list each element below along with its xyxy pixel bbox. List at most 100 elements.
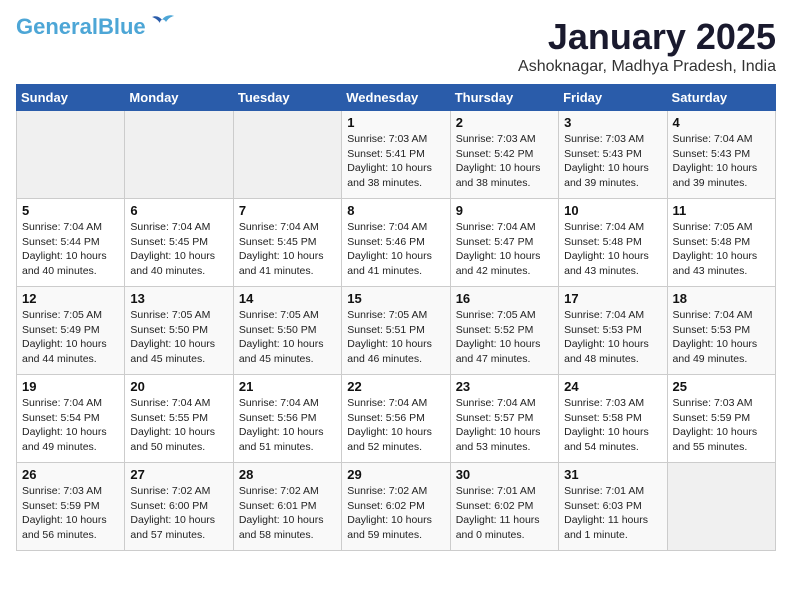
calendar-cell: 29 Sunrise: 7:02 AM Sunset: 6:02 PM Dayli… bbox=[342, 463, 450, 551]
day-number: 14 bbox=[239, 291, 336, 306]
day-number: 25 bbox=[673, 379, 770, 394]
day-number: 7 bbox=[239, 203, 336, 218]
calendar-cell: 17 Sunrise: 7:04 AM Sunset: 5:53 PM Dayli… bbox=[559, 287, 667, 375]
calendar-cell: 4 Sunrise: 7:04 AM Sunset: 5:43 PM Daylig… bbox=[667, 111, 775, 199]
weekday-header-row: SundayMondayTuesdayWednesdayThursdayFrid… bbox=[17, 85, 776, 111]
calendar-cell: 18Sunrise: 7:04 AM Sunset: 5:53 PM Dayli… bbox=[667, 287, 775, 375]
day-info: Sunrise: 7:04 AM Sunset: 5:53 PM Dayligh… bbox=[564, 308, 661, 367]
weekday-header: Monday bbox=[125, 85, 233, 111]
logo-bird-icon bbox=[148, 12, 176, 34]
day-number: 4 bbox=[673, 115, 770, 130]
calendar-cell: 27 Sunrise: 7:02 AM Sunset: 6:00 PM Dayli… bbox=[125, 463, 233, 551]
calendar-cell bbox=[233, 111, 341, 199]
calendar-cell: 9 Sunrise: 7:04 AM Sunset: 5:47 PM Daylig… bbox=[450, 199, 558, 287]
calendar-cell: 3Sunrise: 7:03 AM Sunset: 5:43 PM Daylig… bbox=[559, 111, 667, 199]
day-number: 1 bbox=[347, 115, 444, 130]
day-number: 23 bbox=[456, 379, 553, 394]
weekday-header: Thursday bbox=[450, 85, 558, 111]
calendar-cell: 11 Sunrise: 7:05 AM Sunset: 5:48 PM Dayli… bbox=[667, 199, 775, 287]
weekday-header: Sunday bbox=[17, 85, 125, 111]
day-info: Sunrise: 7:05 AM Sunset: 5:50 PM Dayligh… bbox=[130, 308, 227, 367]
calendar-cell: 24 Sunrise: 7:03 AM Sunset: 5:58 PM Dayli… bbox=[559, 375, 667, 463]
day-info: Sunrise: 7:04 AM Sunset: 5:45 PM Dayligh… bbox=[130, 220, 227, 279]
calendar-cell: 25 Sunrise: 7:03 AM Sunset: 5:59 PM Dayli… bbox=[667, 375, 775, 463]
day-number: 29 bbox=[347, 467, 444, 482]
day-number: 9 bbox=[456, 203, 553, 218]
day-info: Sunrise: 7:05 AM Sunset: 5:52 PM Dayligh… bbox=[456, 308, 553, 367]
day-info: Sunrise: 7:02 AM Sunset: 6:00 PM Dayligh… bbox=[130, 484, 227, 543]
calendar-cell: 20 Sunrise: 7:04 AM Sunset: 5:55 PM Dayli… bbox=[125, 375, 233, 463]
calendar-cell: 28 Sunrise: 7:02 AM Sunset: 6:01 PM Dayli… bbox=[233, 463, 341, 551]
day-info: Sunrise: 7:03 AM Sunset: 5:59 PM Dayligh… bbox=[22, 484, 119, 543]
logo-general: General bbox=[16, 14, 98, 39]
day-info: Sunrise: 7:03 AM Sunset: 5:59 PM Dayligh… bbox=[673, 396, 770, 455]
day-info: Sunrise: 7:01 AM Sunset: 6:02 PM Dayligh… bbox=[456, 484, 553, 543]
day-number: 26 bbox=[22, 467, 119, 482]
calendar-cell: 6 Sunrise: 7:04 AM Sunset: 5:45 PM Daylig… bbox=[125, 199, 233, 287]
day-info: Sunrise: 7:02 AM Sunset: 6:01 PM Dayligh… bbox=[239, 484, 336, 543]
day-number: 19 bbox=[22, 379, 119, 394]
calendar-cell: 7 Sunrise: 7:04 AM Sunset: 5:45 PM Daylig… bbox=[233, 199, 341, 287]
day-number: 17 bbox=[564, 291, 661, 306]
title-block: January 2025 Ashoknagar, Madhya Pradesh,… bbox=[518, 16, 776, 76]
day-info: Sunrise: 7:01 AM Sunset: 6:03 PM Dayligh… bbox=[564, 484, 661, 543]
calendar-cell: 12Sunrise: 7:05 AM Sunset: 5:49 PM Dayli… bbox=[17, 287, 125, 375]
day-info: Sunrise: 7:04 AM Sunset: 5:45 PM Dayligh… bbox=[239, 220, 336, 279]
calendar-cell: 2 Sunrise: 7:03 AM Sunset: 5:42 PM Daylig… bbox=[450, 111, 558, 199]
day-info: Sunrise: 7:04 AM Sunset: 5:47 PM Dayligh… bbox=[456, 220, 553, 279]
calendar-cell: 1Sunrise: 7:03 AM Sunset: 5:41 PM Daylig… bbox=[342, 111, 450, 199]
calendar-cell: 19Sunrise: 7:04 AM Sunset: 5:54 PM Dayli… bbox=[17, 375, 125, 463]
logo-text: GeneralBlue bbox=[16, 16, 146, 38]
day-number: 8 bbox=[347, 203, 444, 218]
calendar-cell: 22Sunrise: 7:04 AM Sunset: 5:56 PM Dayli… bbox=[342, 375, 450, 463]
calendar-cell: 26 Sunrise: 7:03 AM Sunset: 5:59 PM Dayli… bbox=[17, 463, 125, 551]
calendar-cell: 31Sunrise: 7:01 AM Sunset: 6:03 PM Dayli… bbox=[559, 463, 667, 551]
day-number: 20 bbox=[130, 379, 227, 394]
day-info: Sunrise: 7:05 AM Sunset: 5:48 PM Dayligh… bbox=[673, 220, 770, 279]
day-info: Sunrise: 7:05 AM Sunset: 5:49 PM Dayligh… bbox=[22, 308, 119, 367]
calendar-week-row: 1Sunrise: 7:03 AM Sunset: 5:41 PM Daylig… bbox=[17, 111, 776, 199]
page-header: GeneralBlue January 2025 Ashoknagar, Mad… bbox=[16, 16, 776, 76]
day-info: Sunrise: 7:05 AM Sunset: 5:51 PM Dayligh… bbox=[347, 308, 444, 367]
calendar-cell bbox=[667, 463, 775, 551]
day-number: 11 bbox=[673, 203, 770, 218]
calendar-cell: 8 Sunrise: 7:04 AM Sunset: 5:46 PM Daylig… bbox=[342, 199, 450, 287]
day-number: 15 bbox=[347, 291, 444, 306]
day-info: Sunrise: 7:04 AM Sunset: 5:46 PM Dayligh… bbox=[347, 220, 444, 279]
day-number: 28 bbox=[239, 467, 336, 482]
day-number: 6 bbox=[130, 203, 227, 218]
calendar-cell: 23 Sunrise: 7:04 AM Sunset: 5:57 PM Dayli… bbox=[450, 375, 558, 463]
day-info: Sunrise: 7:03 AM Sunset: 5:58 PM Dayligh… bbox=[564, 396, 661, 455]
calendar-cell: 10Sunrise: 7:04 AM Sunset: 5:48 PM Dayli… bbox=[559, 199, 667, 287]
calendar-week-row: 26 Sunrise: 7:03 AM Sunset: 5:59 PM Dayli… bbox=[17, 463, 776, 551]
day-number: 24 bbox=[564, 379, 661, 394]
day-info: Sunrise: 7:04 AM Sunset: 5:57 PM Dayligh… bbox=[456, 396, 553, 455]
calendar-cell: 13 Sunrise: 7:05 AM Sunset: 5:50 PM Dayli… bbox=[125, 287, 233, 375]
day-info: Sunrise: 7:03 AM Sunset: 5:42 PM Dayligh… bbox=[456, 132, 553, 191]
day-info: Sunrise: 7:04 AM Sunset: 5:56 PM Dayligh… bbox=[347, 396, 444, 455]
calendar-cell: 14Sunrise: 7:05 AM Sunset: 5:50 PM Dayli… bbox=[233, 287, 341, 375]
calendar-week-row: 12Sunrise: 7:05 AM Sunset: 5:49 PM Dayli… bbox=[17, 287, 776, 375]
logo-blue: Blue bbox=[98, 14, 146, 39]
day-number: 16 bbox=[456, 291, 553, 306]
day-info: Sunrise: 7:04 AM Sunset: 5:55 PM Dayligh… bbox=[130, 396, 227, 455]
day-number: 10 bbox=[564, 203, 661, 218]
day-number: 18 bbox=[673, 291, 770, 306]
day-info: Sunrise: 7:04 AM Sunset: 5:56 PM Dayligh… bbox=[239, 396, 336, 455]
day-number: 21 bbox=[239, 379, 336, 394]
day-number: 2 bbox=[456, 115, 553, 130]
day-info: Sunrise: 7:02 AM Sunset: 6:02 PM Dayligh… bbox=[347, 484, 444, 543]
day-info: Sunrise: 7:04 AM Sunset: 5:43 PM Dayligh… bbox=[673, 132, 770, 191]
weekday-header: Friday bbox=[559, 85, 667, 111]
day-number: 13 bbox=[130, 291, 227, 306]
calendar-cell bbox=[125, 111, 233, 199]
calendar-cell: 21 Sunrise: 7:04 AM Sunset: 5:56 PM Dayli… bbox=[233, 375, 341, 463]
calendar-cell bbox=[17, 111, 125, 199]
calendar-cell: 30 Sunrise: 7:01 AM Sunset: 6:02 PM Dayli… bbox=[450, 463, 558, 551]
day-number: 27 bbox=[130, 467, 227, 482]
day-number: 30 bbox=[456, 467, 553, 482]
calendar-week-row: 5Sunrise: 7:04 AM Sunset: 5:44 PM Daylig… bbox=[17, 199, 776, 287]
day-info: Sunrise: 7:04 AM Sunset: 5:44 PM Dayligh… bbox=[22, 220, 119, 279]
logo: GeneralBlue bbox=[16, 16, 176, 38]
month-title: January 2025 bbox=[518, 16, 776, 58]
